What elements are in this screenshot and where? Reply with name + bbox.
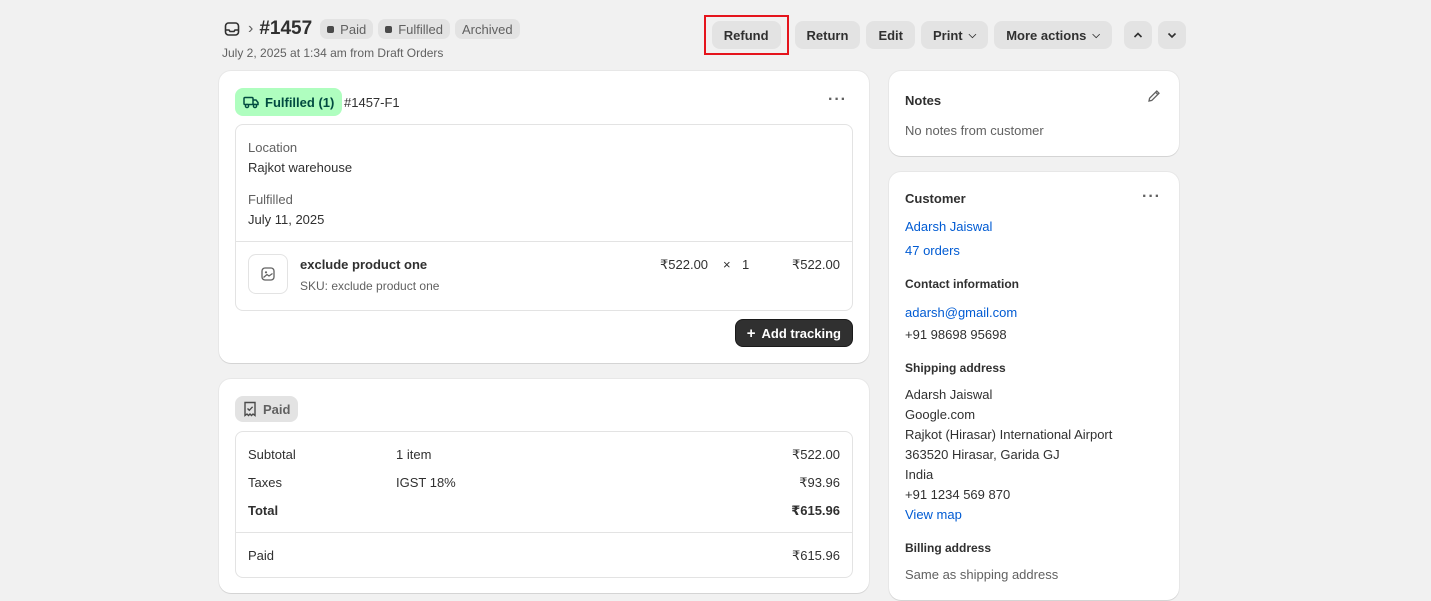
truck-icon (243, 95, 259, 109)
order-header: › #1457 Paid Fulfilled Archived July 2, … (222, 14, 1186, 62)
shipping-line: 363520 Hirasar, Garida GJ (905, 447, 1060, 462)
customer-more-icon[interactable]: ··· (1142, 188, 1161, 206)
customer-email-link[interactable]: adarsh@gmail.com (905, 305, 1017, 320)
product-thumbnail[interactable] (248, 254, 288, 294)
chevron-down-icon: ⌵ (968, 29, 977, 41)
fulfillment-details: Location Rajkot warehouse Fulfilled July… (235, 124, 853, 311)
product-name[interactable]: exclude product one (300, 257, 427, 272)
payment-summary: Subtotal 1 item ₹522.00 Taxes IGST 18% ₹… (235, 431, 853, 578)
breadcrumb-chevron-icon: › (248, 20, 254, 37)
next-order-button[interactable] (1158, 21, 1186, 49)
edit-button[interactable]: Edit (866, 21, 915, 49)
customer-title: Customer (905, 191, 966, 206)
customer-card: Customer ··· Adarsh Jaiswal 47 orders Co… (889, 172, 1179, 600)
location-value: Rajkot warehouse (248, 160, 353, 175)
chevron-down-icon: ⌵ (1092, 29, 1100, 41)
fulfilled-badge: Fulfilled (1) (235, 88, 343, 116)
fulfillment-id: #1457-F1 (344, 95, 400, 110)
customer-orders-link[interactable]: 47 orders (905, 243, 960, 258)
customer-phone: +91 98698 95698 (905, 327, 1007, 342)
shipping-line: Adarsh Jaiswal (905, 387, 993, 402)
fulfillment-more-icon[interactable]: ··· (828, 91, 847, 109)
previous-order-button[interactable] (1124, 21, 1152, 49)
more-actions-button[interactable]: More actions ⌵ (994, 21, 1112, 49)
product-line-total: ₹522.00 (791, 257, 840, 272)
location-label: Location (248, 140, 298, 155)
product-sku: SKU: exclude product one (300, 279, 440, 293)
times-sign: × (723, 257, 731, 272)
notes-card: Notes No notes from customer (889, 71, 1179, 156)
page-title: #1457 (259, 18, 313, 39)
shipping-line: Google.com (905, 407, 976, 422)
image-placeholder-icon (261, 267, 275, 281)
view-map-link[interactable]: View map (905, 507, 962, 522)
add-tracking-button[interactable]: + Add tracking (734, 319, 853, 347)
product-price: ₹522.00 (660, 257, 709, 272)
return-button[interactable]: Return (794, 21, 861, 49)
status-badge-paid: Paid (320, 19, 374, 39)
status-badge-archived: Archived (455, 19, 520, 39)
shipping-line: Rajkot (Hirasar) International Airport (905, 427, 1113, 442)
receipt-check-icon (243, 401, 257, 417)
notes-title: Notes (905, 93, 942, 108)
orders-inbox-icon[interactable] (222, 19, 242, 39)
plus-icon: + (746, 324, 756, 342)
customer-name-link[interactable]: Adarsh Jaiswal (905, 219, 992, 234)
status-badge-fulfilled: Fulfilled (378, 19, 450, 39)
chevron-up-icon (1133, 32, 1143, 38)
print-button[interactable]: Print ⌵ (921, 21, 989, 49)
status-dot-icon (327, 25, 335, 33)
notes-text: No notes from customer (905, 123, 1044, 138)
billing-text: Same as shipping address (905, 567, 1059, 582)
product-quantity: 1 (742, 257, 750, 272)
status-dot-icon (385, 25, 393, 33)
shipping-title: Shipping address (905, 361, 1006, 375)
header-actions: Refund Return Edit Print ⌵ More actions ⌵ (703, 15, 1186, 55)
divider (236, 241, 852, 242)
divider (236, 532, 852, 533)
chevron-down-icon (1167, 32, 1177, 39)
contact-title: Contact information (905, 277, 1019, 291)
shipping-line: India (905, 467, 934, 482)
fulfillment-card: Fulfilled (1) #1457-F1 ··· Location Rajk… (219, 71, 869, 363)
edit-pencil-icon[interactable] (1147, 89, 1161, 106)
fulfilled-date: July 11, 2025 (248, 212, 325, 227)
refund-button[interactable]: Refund (711, 21, 781, 49)
paid-badge: Paid (235, 396, 299, 422)
refund-highlight: Refund (703, 15, 789, 55)
shipping-line: +91 1234 569 870 (905, 487, 1011, 502)
billing-title: Billing address (905, 541, 992, 555)
payment-card: Paid Subtotal 1 item ₹522.00 Taxes IGST … (219, 379, 869, 593)
fulfilled-label: Fulfilled (248, 192, 293, 207)
